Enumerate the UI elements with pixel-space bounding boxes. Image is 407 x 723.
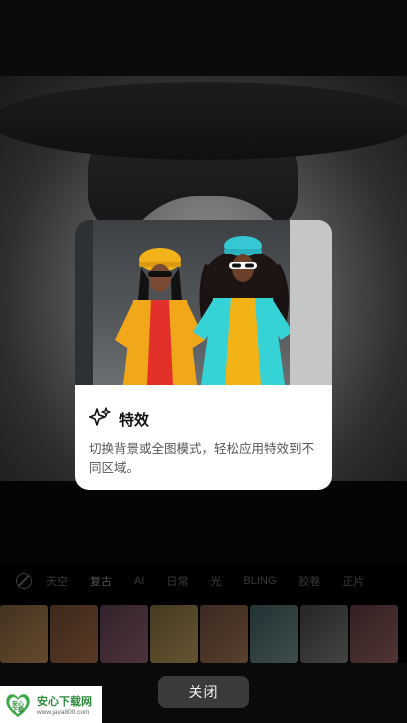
filter-tab[interactable]: 复古 (90, 573, 112, 589)
close-button[interactable]: 关闭 (158, 676, 249, 708)
filter-thumbnail[interactable] (350, 605, 398, 663)
sparkles-icon (89, 407, 111, 432)
filter-tab[interactable]: BLING (243, 575, 276, 587)
filter-thumbnail[interactable] (200, 605, 248, 663)
feature-intro-dialog: 特效 切换背景或全图模式，轻松应用特效到不同区域。 (75, 220, 332, 490)
watermark: 安心 下载 安心下载网 www.java800.com (0, 686, 102, 723)
filter-tab[interactable]: 胶卷 (298, 573, 320, 589)
pillar-shape (290, 220, 332, 385)
dialog-description: 切换背景或全图模式，轻松应用特效到不同区域。 (89, 442, 315, 475)
hat-brim-shape (0, 82, 407, 160)
watermark-url: www.java800.com (37, 709, 90, 716)
filter-tab[interactable]: 日常 (166, 573, 188, 589)
filter-tab[interactable]: 正片 (342, 573, 364, 589)
toolbar-band (0, 481, 407, 563)
watermark-logo-icon: 安心 下载 (3, 690, 33, 720)
svg-text:下载: 下载 (12, 706, 24, 714)
filter-thumbnail[interactable] (300, 605, 348, 663)
filter-tab-bar: 天空 复古 AI 日常 光 BLING 胶卷 正片 (0, 563, 407, 599)
filter-thumbnail[interactable] (250, 605, 298, 663)
filter-thumbnail[interactable] (150, 605, 198, 663)
filter-thumbnail[interactable] (50, 605, 98, 663)
filter-thumbnail-strip (0, 605, 407, 663)
pillar-shape (75, 220, 93, 385)
filter-tab[interactable]: 光 (210, 573, 221, 589)
top-bar (0, 0, 407, 76)
dialog-preview-image (75, 220, 332, 385)
watermark-title: 安心下载网 (37, 696, 92, 708)
no-filter-icon[interactable] (16, 573, 32, 589)
filter-thumbnail[interactable] (100, 605, 148, 663)
filter-tab[interactable]: AI (134, 575, 144, 587)
dialog-title: 特效 (119, 412, 150, 429)
filter-thumbnail[interactable] (0, 605, 48, 663)
filter-tab[interactable]: 天空 (46, 573, 68, 589)
